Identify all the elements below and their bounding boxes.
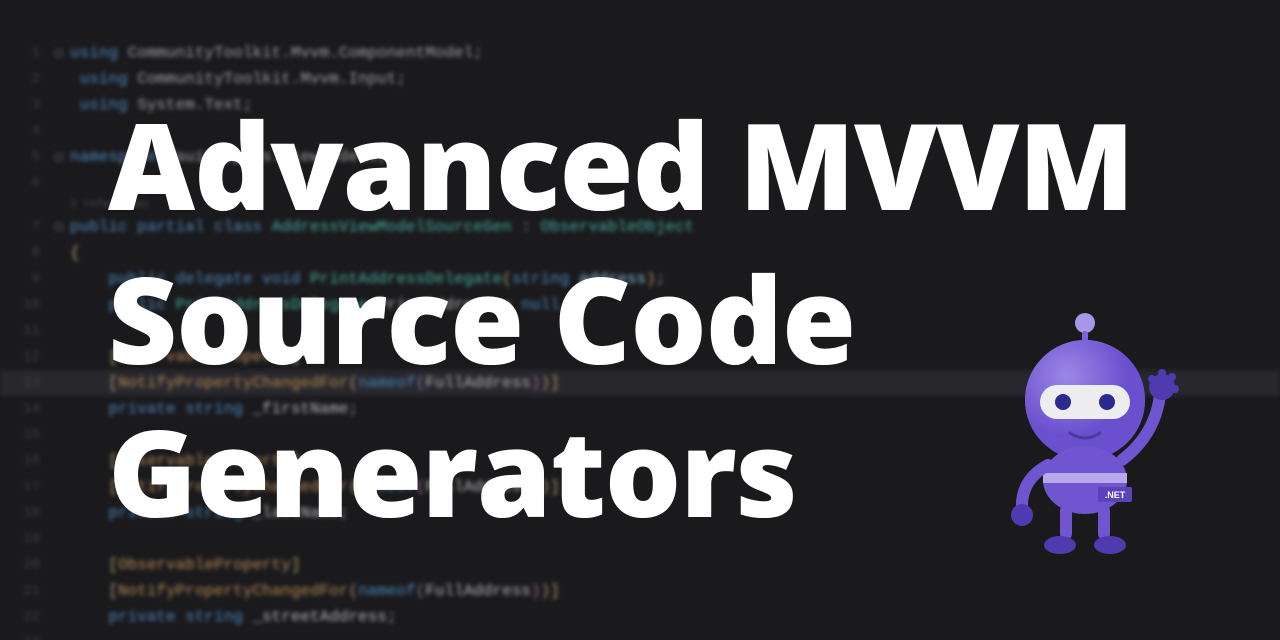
line-number: 19: [0, 531, 48, 547]
fold-gutter: ⊟: [48, 150, 70, 165]
code-line: 22 private string _streetAddress;: [0, 604, 1280, 630]
line-number: 21: [0, 583, 48, 599]
code-line: 1⊟using CommunityToolkit.Mvvm.ComponentM…: [0, 40, 1280, 66]
code-line: 23: [0, 630, 1280, 640]
dotnet-badge-label: .NET: [1105, 490, 1126, 500]
line-number: 5: [0, 149, 48, 165]
fold-gutter: ⊟: [48, 46, 70, 61]
headline-line-1: Advanced MVVM: [108, 88, 1220, 242]
code-content: private string _streetAddress;: [70, 608, 1280, 626]
line-number: 6: [0, 175, 48, 191]
line-number: 3: [0, 97, 48, 113]
line-number: 22: [0, 609, 48, 625]
line-number: 10: [0, 297, 48, 313]
line-number: 20: [0, 557, 48, 573]
line-number: 14: [0, 401, 48, 417]
line-number: 1: [0, 45, 48, 61]
line-number: 4: [0, 123, 48, 139]
dotnet-bot-mascot: .NET: [980, 305, 1190, 565]
line-number: 18: [0, 505, 48, 521]
line-number: 23: [0, 635, 48, 640]
line-number: 15: [0, 427, 48, 443]
line-number: 7: [0, 219, 48, 235]
line-number: 2: [0, 71, 48, 87]
line-number: 16: [0, 453, 48, 469]
line-number: 9: [0, 271, 48, 287]
fold-gutter: ⊟: [48, 220, 70, 235]
code-content: [NotifyPropertyChangedFor(nameof(FullAdd…: [70, 582, 1280, 600]
line-number: 8: [0, 245, 48, 261]
line-number: 17: [0, 479, 48, 495]
line-number: 11: [0, 323, 48, 339]
code-line: 21 [NotifyPropertyChangedFor(nameof(Full…: [0, 578, 1280, 604]
line-number: 12: [0, 349, 48, 365]
line-number: 13: [0, 375, 48, 391]
code-content: using CommunityToolkit.Mvvm.ComponentMod…: [70, 44, 1280, 62]
